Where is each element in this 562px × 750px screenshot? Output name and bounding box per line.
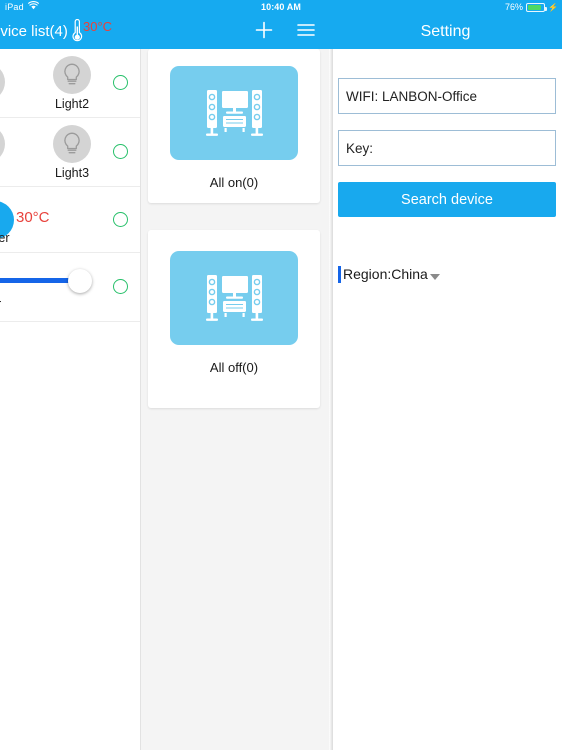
light-bulb-icon: [53, 124, 91, 163]
search-device-button[interactable]: Search device: [338, 182, 556, 217]
device-cell-clipped[interactable]: [0, 49, 20, 117]
region-label: Region:China: [343, 266, 428, 282]
device-cell[interactable]: Light2: [38, 49, 106, 117]
setting-navbar: Setting: [329, 15, 562, 49]
scene-card-all-off[interactable]: All off(0): [148, 230, 320, 408]
setting-title: Setting: [420, 23, 471, 40]
battery-icon: [526, 3, 548, 12]
device-cell[interactable]: Light3: [38, 118, 106, 186]
status-bar: iPad 10:40 AM 76% ⚡: [0, 0, 562, 15]
charging-bolt-icon: ⚡: [548, 2, 558, 12]
app-screen: iPad 10:40 AM 76% ⚡ evice list(4): [0, 0, 562, 750]
region-selector[interactable]: Region:China: [338, 264, 440, 284]
device-row[interactable]: 2 Light3: [0, 118, 140, 187]
device-row[interactable]: 30°C ater: [0, 187, 140, 253]
navbar-temperature-group: 30°C: [70, 18, 113, 48]
device-cell-clipped[interactable]: 2: [0, 118, 20, 186]
status-circle-green[interactable]: [113, 144, 128, 159]
device-list-title: evice list(4): [0, 23, 68, 40]
scene-panel: All on(0) All off(0): [140, 49, 329, 750]
device-row[interactable]: er: [0, 253, 140, 322]
chevron-down-icon[interactable]: [429, 273, 440, 280]
device-label: ater: [0, 231, 10, 245]
light-bulb-icon: [53, 55, 91, 94]
panel-divider: [140, 49, 141, 750]
device-label: Light3: [54, 165, 90, 180]
scene-label: All on(0): [209, 175, 259, 190]
navbar-temperature-value: 30°C: [83, 19, 113, 34]
home-theater-icon: [170, 66, 298, 160]
light-bulb-icon: [0, 124, 5, 163]
setting-panel: WIFI: LANBON-Office Key: Search device R…: [333, 49, 562, 750]
slider-thumb[interactable]: [68, 269, 92, 293]
battery-fill: [528, 5, 542, 10]
device-label: Light2: [54, 96, 90, 111]
hamburger-menu-icon[interactable]: [297, 23, 315, 42]
navbar-actions: [255, 15, 315, 49]
home-theater-icon: [170, 251, 298, 345]
status-bar-right: 76% ⚡: [505, 0, 558, 15]
wifi-input[interactable]: WIFI: LANBON-Office: [338, 78, 556, 114]
device-temperature-value: 30°C: [16, 209, 50, 226]
text-cursor: [338, 265, 341, 283]
plus-icon[interactable]: [255, 21, 273, 44]
status-circle-green[interactable]: [113, 279, 128, 294]
thermometer-icon: [70, 18, 84, 48]
status-circle-green[interactable]: [113, 75, 128, 90]
battery-percent-label: 76%: [505, 2, 524, 12]
key-input[interactable]: Key:: [338, 130, 556, 166]
device-row[interactable]: Light2: [0, 49, 140, 118]
device-label: er: [0, 297, 1, 311]
scene-label: All off(0): [209, 360, 259, 375]
device-list-panel: Light2 2: [0, 49, 140, 750]
status-bar-clock: 10:40 AM: [261, 2, 301, 12]
scene-card-all-on[interactable]: All on(0): [148, 49, 320, 203]
light-bulb-icon: [0, 62, 5, 101]
status-circle-green[interactable]: [113, 211, 128, 227]
device-list-navbar: evice list(4) 30°C: [0, 15, 329, 49]
